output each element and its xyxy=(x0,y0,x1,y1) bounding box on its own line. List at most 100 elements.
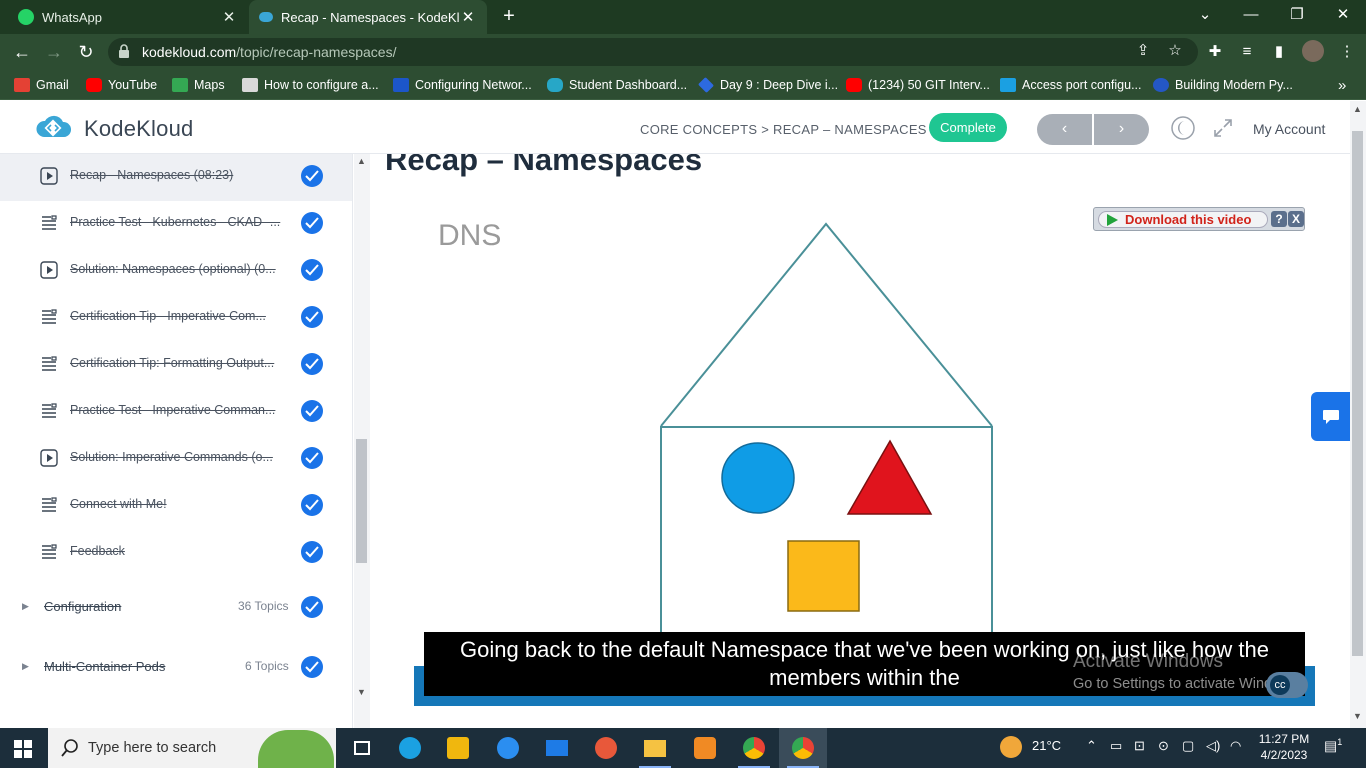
scroll-up-arrow-icon[interactable]: ▲ xyxy=(357,156,366,166)
weather-temperature[interactable]: 21°C xyxy=(1032,738,1061,753)
back-arrow-icon[interactable]: ← xyxy=(9,40,35,64)
page-scrollbar[interactable]: ▲ ▼ xyxy=(1350,101,1366,728)
notifications-icon[interactable]: ▤1 xyxy=(1324,737,1342,755)
sidebar-lesson-item[interactable]: Practice Test - Imperative Comman... xyxy=(0,389,352,436)
sidebar-lesson-item[interactable]: Certification Tip - Imperative Com... xyxy=(0,295,352,342)
sidebar-section[interactable]: ▶ Configuration 36 Topics xyxy=(0,583,352,633)
close-window-button[interactable]: ✕ xyxy=(1320,0,1366,32)
brand-name[interactable]: KodeKloud xyxy=(84,116,193,142)
bookmark-how-to-configure[interactable]: How to configure a... xyxy=(242,76,379,94)
bookmark-maps[interactable]: Maps xyxy=(172,76,225,94)
bookmark-configuring-network[interactable]: Configuring Networ... xyxy=(393,76,532,94)
network-icon[interactable]: ⊡ xyxy=(1134,738,1145,754)
scroll-up-arrow-icon[interactable]: ▲ xyxy=(1353,104,1362,114)
battery-icon[interactable]: ▭ xyxy=(1110,738,1122,754)
tab-kodekloud[interactable]: Recap - Namespaces - KodeKloud ✕ xyxy=(249,0,487,34)
sidebar-lesson-item[interactable]: Practice Test - Kubernetes - CKAD -... xyxy=(0,201,352,248)
wifi-icon[interactable]: ◠ xyxy=(1230,738,1241,754)
taskbar-file-explorer[interactable] xyxy=(631,728,679,768)
restore-button[interactable]: ❐ xyxy=(1274,0,1320,32)
bookmark-building-modern[interactable]: Building Modern Py... xyxy=(1153,76,1293,94)
taskbar-search-box[interactable]: Type here to search xyxy=(48,728,336,768)
taskbar-chrome-profile[interactable] xyxy=(779,728,827,768)
store-icon xyxy=(447,737,469,759)
my-account-link[interactable]: My Account xyxy=(1253,121,1325,137)
media-queue-icon[interactable]: ≡ xyxy=(1236,42,1258,64)
download-close-button[interactable]: X xyxy=(1288,211,1304,227)
scroll-down-arrow-icon[interactable]: ▼ xyxy=(357,687,366,697)
scroll-down-arrow-icon[interactable]: ▼ xyxy=(1353,711,1362,721)
chat-bubble-icon xyxy=(1323,410,1339,424)
next-lesson-button[interactable]: › xyxy=(1094,114,1149,145)
gmail-icon xyxy=(14,78,30,92)
bookmark-student-dashboard[interactable]: Student Dashboard... xyxy=(547,76,687,94)
sidebar-lesson-item[interactable]: Solution: Namespaces (optional) (0... xyxy=(0,248,352,295)
bookmark-star-icon[interactable]: ☆ xyxy=(1164,41,1186,63)
menu-kebab-icon[interactable]: ⋮ xyxy=(1336,42,1358,64)
bookmark-youtube[interactable]: YouTube xyxy=(86,76,157,94)
previous-lesson-button[interactable]: ‹ xyxy=(1037,114,1092,145)
app-icon xyxy=(497,737,519,759)
fullscreen-icon[interactable] xyxy=(1213,118,1233,138)
new-tab-button[interactable]: + xyxy=(498,6,520,28)
scrollbar-thumb[interactable] xyxy=(1352,131,1363,656)
kodekloud-logo-icon[interactable] xyxy=(34,113,74,143)
namespace-house-illustration xyxy=(660,222,993,639)
download-video-button[interactable]: Download this video xyxy=(1098,211,1268,228)
address-bar[interactable]: kodekloud.com/topic/recap-namespaces/ ⇪ … xyxy=(108,38,1198,66)
sidebar-section[interactable]: ▶ Multi-Container Pods 6 Topics xyxy=(0,643,352,693)
reload-icon[interactable]: ↻ xyxy=(73,40,99,64)
bookmark-git-interview[interactable]: (1234) 50 GIT Interv... xyxy=(846,76,990,94)
bookmark-day9[interactable]: Day 9 : Deep Dive i... xyxy=(698,76,838,94)
meet-now-icon[interactable]: ⊙ xyxy=(1158,738,1169,754)
sidebar-lesson-item[interactable]: Feedback xyxy=(0,530,352,577)
sidebar-lesson-item[interactable]: Recap - Namespaces (08:23) xyxy=(0,154,352,201)
completed-check-icon xyxy=(301,447,323,469)
bookmark-label: Student Dashboard... xyxy=(569,78,688,92)
youtube-icon xyxy=(86,78,102,92)
sidebar-lesson-item[interactable]: Certification Tip: Formatting Output... xyxy=(0,342,352,389)
expand-arrow-icon[interactable]: ▶ xyxy=(22,601,29,612)
windows-start-icon[interactable] xyxy=(14,740,32,758)
volume-icon[interactable]: ◁) xyxy=(1206,738,1220,754)
taskbar-app-blue[interactable] xyxy=(484,728,532,768)
taskbar-chrome[interactable] xyxy=(730,728,778,768)
taskbar-app-orange[interactable] xyxy=(681,728,729,768)
bookmark-access-port[interactable]: Access port configu... xyxy=(1000,76,1142,94)
tab-search-icon[interactable]: ⌄ xyxy=(1182,0,1228,32)
complete-button[interactable]: Complete xyxy=(929,113,1007,142)
captions-toggle[interactable]: cc xyxy=(1266,672,1308,698)
extensions-icon[interactable]: ✚ xyxy=(1204,42,1226,64)
sidebar-lesson-item[interactable]: Connect with Me! xyxy=(0,483,352,530)
minimize-button[interactable]: — xyxy=(1228,0,1274,32)
taskbar-mail[interactable] xyxy=(533,728,581,768)
taskbar-clock[interactable]: 11:27 PM 4/2/2023 xyxy=(1256,731,1312,763)
expand-arrow-icon[interactable]: ▶ xyxy=(22,661,29,672)
task-view-button[interactable] xyxy=(338,728,386,768)
show-hidden-icons-chevron-icon[interactable]: ⌃ xyxy=(1086,738,1097,754)
display-icon[interactable]: ▢ xyxy=(1182,738,1194,754)
bookmark-label: Gmail xyxy=(36,78,69,92)
download-help-button[interactable]: ? xyxy=(1271,211,1287,227)
sidebar-scrollbar[interactable]: ▲ ▼ xyxy=(354,154,370,728)
taskbar-app-red[interactable] xyxy=(582,728,630,768)
scrollbar-thumb[interactable] xyxy=(356,439,367,563)
chat-button[interactable] xyxy=(1311,392,1350,441)
lesson-label: Certification Tip: Formatting Output... xyxy=(70,356,275,370)
bookmark-gmail[interactable]: Gmail xyxy=(14,76,69,94)
side-panel-icon[interactable]: ▮ xyxy=(1268,42,1290,64)
taskbar-edge[interactable] xyxy=(386,728,434,768)
lesson-label: Practice Test - Imperative Comman... xyxy=(70,403,276,417)
taskbar-store[interactable] xyxy=(434,728,482,768)
weather-icon[interactable] xyxy=(1000,736,1022,758)
sidebar-lesson-item[interactable]: Solution: Imperative Commands (o... xyxy=(0,436,352,483)
share-icon[interactable]: ⇪ xyxy=(1132,41,1154,63)
video-player[interactable]: DNS Download this video ? X xyxy=(415,199,1315,706)
dark-mode-icon[interactable] xyxy=(1171,116,1195,140)
close-tab-icon[interactable]: ✕ xyxy=(220,8,238,26)
close-tab-icon[interactable]: ✕ xyxy=(459,8,477,26)
forward-arrow-icon[interactable]: → xyxy=(41,40,67,64)
more-bookmarks-button[interactable]: » xyxy=(1338,76,1346,94)
tab-whatsapp[interactable]: WhatsApp ✕ xyxy=(8,0,248,34)
profile-avatar[interactable] xyxy=(1302,40,1324,62)
